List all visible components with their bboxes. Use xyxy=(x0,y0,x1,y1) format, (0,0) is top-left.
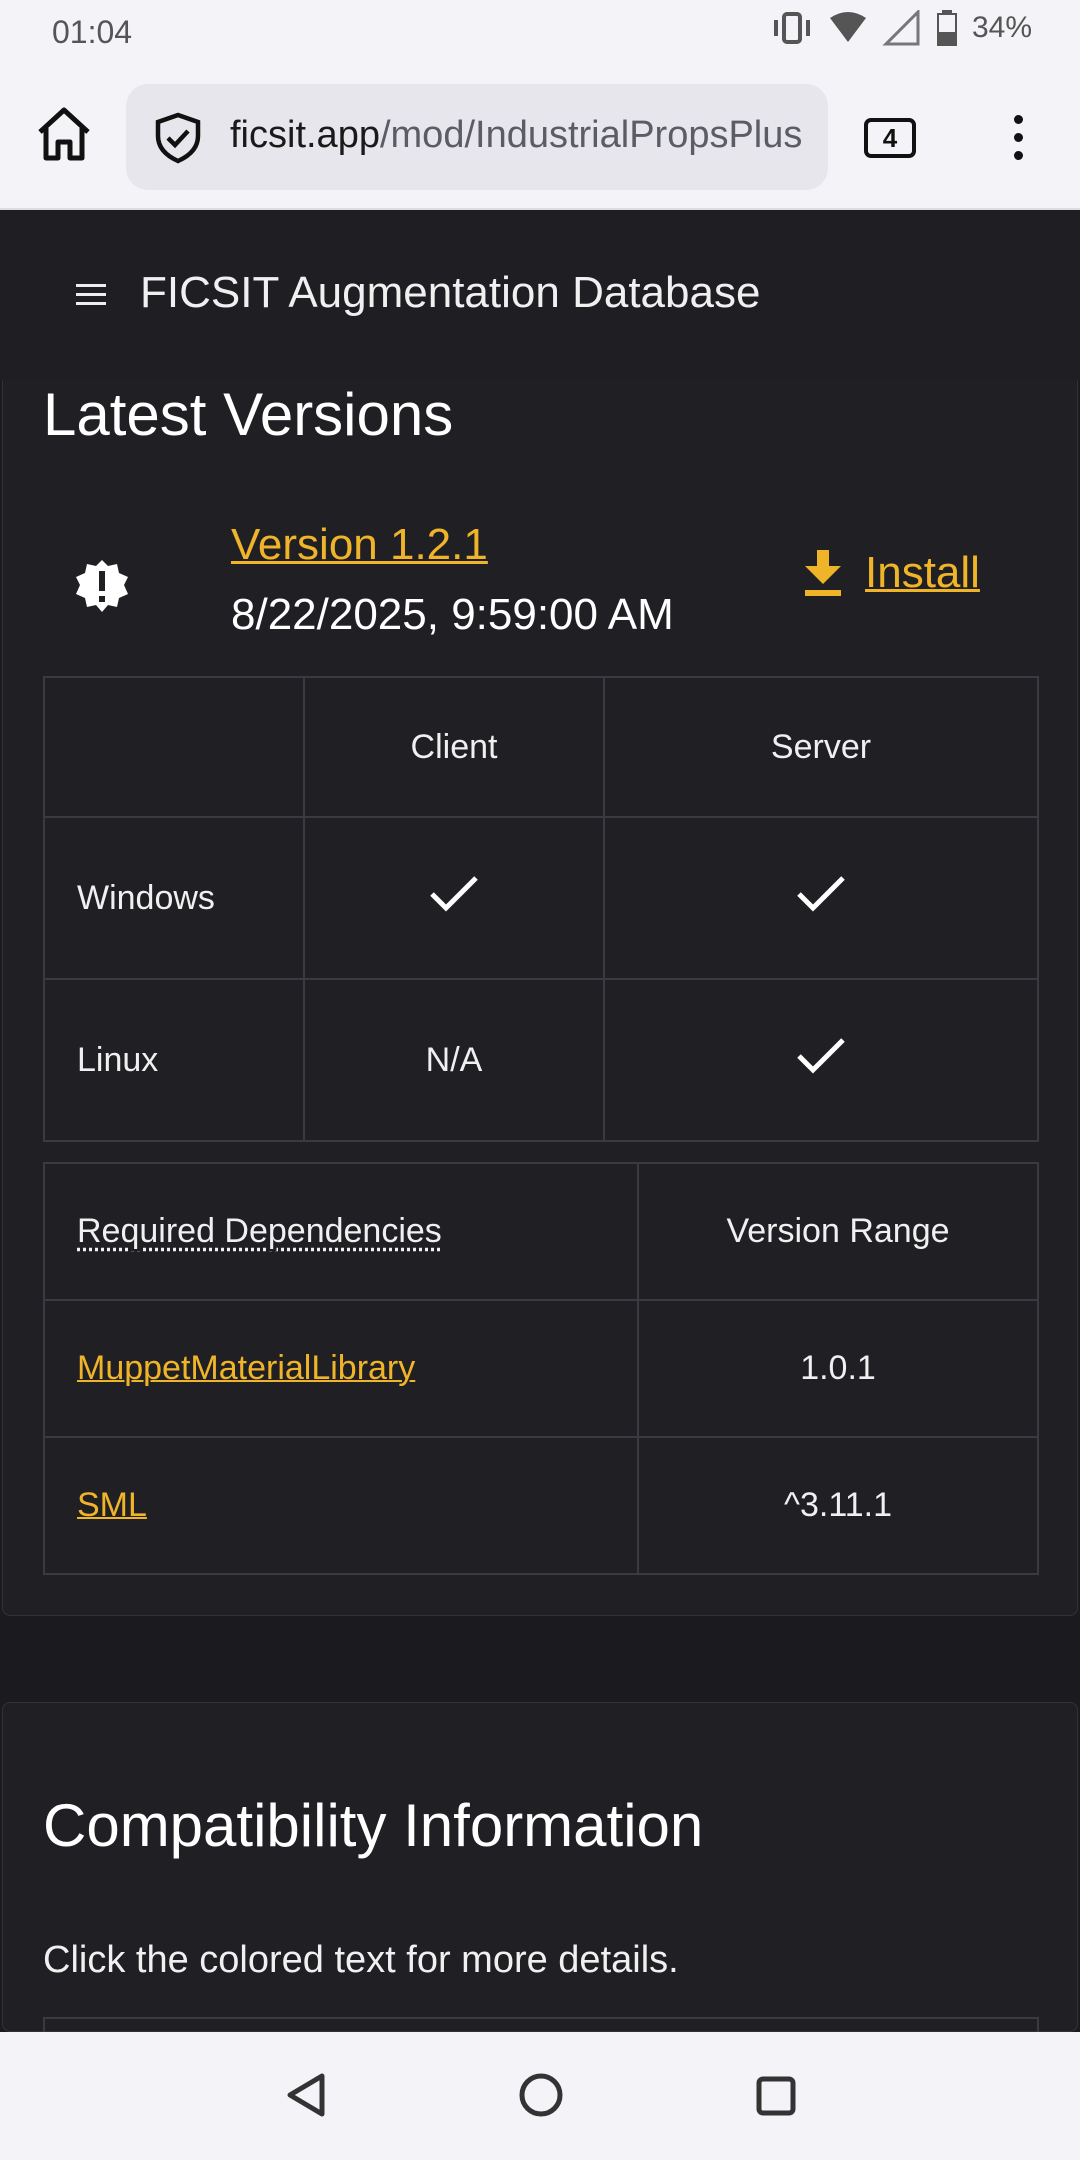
table-header-server: Server xyxy=(603,676,1039,818)
signal-icon xyxy=(882,10,920,46)
dependency-name-cell: MuppetMaterialLibrary xyxy=(43,1299,639,1438)
version-link[interactable]: Version 1.2.1 xyxy=(231,520,488,570)
linux-server-cell xyxy=(603,978,1039,1142)
table-header-cell xyxy=(43,676,305,818)
version-range-header: Version Range xyxy=(637,1162,1039,1301)
dependency-link[interactable]: MuppetMaterialLibrary xyxy=(77,1349,415,1387)
dependencies-header-label[interactable]: Required Dependencies xyxy=(77,1212,442,1250)
platform-linux: Linux xyxy=(43,978,305,1142)
status-time: 01:04 xyxy=(52,14,133,50)
dependency-range: ^3.11.1 xyxy=(637,1436,1039,1575)
dependency-name-cell: SML xyxy=(43,1436,639,1575)
download-icon xyxy=(805,550,841,596)
status-bar: 01:04 34% xyxy=(0,0,1080,64)
table-header-client: Client xyxy=(303,676,605,818)
status-icons: 34% xyxy=(770,10,1032,46)
battery-percent: 34% xyxy=(971,11,1032,44)
table-row: Windows xyxy=(43,816,1039,980)
platform-windows: Windows xyxy=(43,816,305,980)
windows-client-cell xyxy=(303,816,605,980)
table-row: Linux N/A xyxy=(43,978,1039,1142)
table-header-row: Client Server xyxy=(43,676,1039,818)
dependencies-header[interactable]: Required Dependencies xyxy=(43,1162,639,1301)
checkmark-icon xyxy=(430,875,478,912)
latest-versions-card: Latest Versions Version 1.2.1 8/22/2025,… xyxy=(2,380,1078,1616)
table-header-row: Required Dependencies Version Range xyxy=(43,1162,1039,1301)
platform-support-table: Client Server Windows Linux N/A xyxy=(43,676,1039,1142)
compatibility-heading: Compatibility Information xyxy=(43,1792,704,1859)
alert-badge-icon xyxy=(76,560,128,612)
dependency-link[interactable]: SML xyxy=(77,1486,147,1524)
latest-versions-heading: Latest Versions xyxy=(43,381,454,448)
windows-server-cell xyxy=(603,816,1039,980)
battery-icon xyxy=(936,10,957,46)
overflow-menu-icon[interactable] xyxy=(1000,110,1036,166)
browser-toolbar: ficsit.app/mod/IndustrialPropsPlus 4 xyxy=(0,64,1080,210)
system-nav-bar xyxy=(0,2032,1080,2160)
vibrate-icon xyxy=(773,12,810,44)
app-title: FICSIT Augmentation Database xyxy=(140,268,761,317)
dependencies-table: Required Dependencies Version Range Mupp… xyxy=(43,1162,1039,1575)
wifi-icon xyxy=(829,12,866,42)
app-header: FICSIT Augmentation Database xyxy=(0,210,1080,380)
url-path: /mod/IndustrialPropsPlus xyxy=(379,114,803,156)
linux-client-cell: N/A xyxy=(303,978,605,1142)
checkmark-icon xyxy=(797,875,845,912)
url-domain: ficsit.app xyxy=(230,114,380,156)
address-bar[interactable]: ficsit.app/mod/IndustrialPropsPlus xyxy=(126,84,828,190)
compatibility-note: Click the colored text for more details. xyxy=(43,1939,679,1981)
shield-check-icon[interactable] xyxy=(152,112,204,164)
back-icon[interactable] xyxy=(284,2072,328,2118)
recent-apps-icon[interactable] xyxy=(756,2076,796,2116)
checkmark-icon xyxy=(797,1037,845,1074)
install-button[interactable]: Install xyxy=(803,548,980,598)
compatibility-card: Compatibility Information Click the colo… xyxy=(2,1702,1078,2057)
url-text[interactable]: ficsit.app/mod/IndustrialPropsPlus xyxy=(230,114,802,157)
install-label: Install xyxy=(865,548,980,597)
home-icon[interactable] xyxy=(34,104,94,164)
table-row: SML ^3.11.1 xyxy=(43,1436,1039,1575)
version-date: 8/22/2025, 9:59:00 AM xyxy=(231,590,674,639)
home-circle-icon[interactable] xyxy=(518,2072,564,2118)
tab-count-button[interactable]: 4 xyxy=(864,118,916,158)
dependency-range: 1.0.1 xyxy=(637,1299,1039,1438)
hamburger-menu-icon[interactable] xyxy=(76,284,106,306)
table-row: MuppetMaterialLibrary 1.0.1 xyxy=(43,1299,1039,1438)
